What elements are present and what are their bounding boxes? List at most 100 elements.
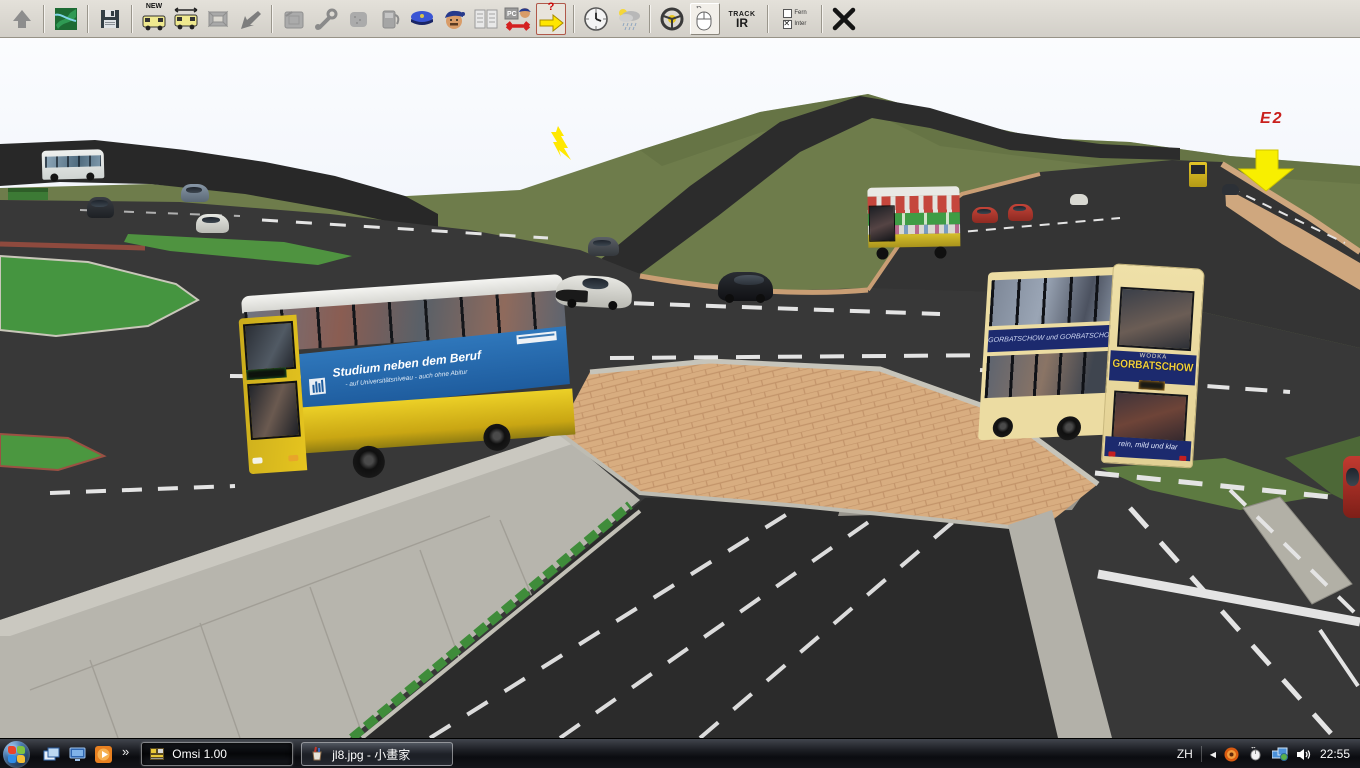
- car-red-1: [972, 207, 998, 223]
- new-label: NEW: [140, 3, 168, 11]
- new-bus-icon: [141, 14, 167, 32]
- options-checkboxes-icon: Fern Inter: [783, 9, 806, 29]
- rear-route-display: [1138, 380, 1165, 391]
- fuel-pump-icon: [378, 7, 402, 31]
- car-red-2: [1008, 204, 1033, 221]
- car-white-left: [196, 214, 229, 233]
- clock-icon: [583, 6, 609, 32]
- close-editor-button[interactable]: [830, 4, 858, 34]
- repair-wrench-button[interactable]: [312, 4, 340, 34]
- pc-swap-icon: PC: [504, 5, 532, 33]
- quicklaunch-explorer[interactable]: [41, 744, 61, 764]
- taskbar-button-paint[interactable]: jl8.jpg - 小畫家: [301, 742, 453, 766]
- car-red-edge: [1343, 456, 1360, 518]
- distant-double-decker-bus: [865, 186, 962, 262]
- save-floppy-icon: [98, 7, 122, 31]
- up-arrow-button[interactable]: [8, 4, 36, 34]
- weather-button[interactable]: [614, 4, 642, 34]
- toolbar-separator: [271, 5, 273, 33]
- tray-mouse-icon[interactable]: [1248, 746, 1264, 762]
- toolbar-separator: [131, 5, 133, 33]
- windows-flag-icon: [8, 746, 16, 754]
- up-arrow-icon: [10, 7, 34, 31]
- sponge-icon: [346, 7, 370, 31]
- jerrycan-icon: [282, 7, 306, 31]
- insert-arrow-button[interactable]: [236, 4, 264, 34]
- tray-volume-icon[interactable]: [1296, 746, 1312, 762]
- driver-button[interactable]: [440, 4, 468, 34]
- show-desktop-icon: [69, 747, 86, 762]
- question-label: ?: [537, 3, 565, 11]
- jerrycan-button-disabled[interactable]: [280, 4, 308, 34]
- annotation-e2: E2: [1260, 110, 1284, 128]
- bus-rear: WODKA GORBATSCHOW rein, mild und klar: [1101, 263, 1205, 468]
- system-tray: ZH ◀ 22:55: [1177, 746, 1360, 762]
- sponge-button-disabled[interactable]: [344, 4, 372, 34]
- quicklaunch-media-player[interactable]: [93, 744, 113, 764]
- track-ir-label: TRACK IR: [729, 10, 756, 28]
- track-ir-button[interactable]: TRACK IR: [724, 4, 760, 34]
- bus-front: [239, 315, 308, 475]
- coach-windows: [45, 155, 101, 167]
- start-button[interactable]: [3, 741, 30, 768]
- side-ad-band: GORBATSCHOW und GORBATSCHOW klar: [987, 325, 1117, 353]
- schedule-list-button-disabled[interactable]: [472, 4, 500, 34]
- taskbar-clock[interactable]: 22:55: [1320, 747, 1350, 761]
- yellow-arrow-icon: [538, 14, 564, 32]
- coach-bus: [42, 149, 105, 180]
- time-button[interactable]: [582, 4, 610, 34]
- quicklaunch-show-desktop[interactable]: [67, 744, 87, 764]
- omsi-app-icon: [149, 746, 165, 762]
- toolbar-separator: [573, 5, 575, 33]
- fuel-pump-button-disabled[interactable]: [376, 4, 404, 34]
- frame-icon: [206, 7, 230, 31]
- language-indicator[interactable]: ZH: [1177, 747, 1193, 761]
- pc-label-glyph: PC: [507, 11, 517, 18]
- desktop-screen: NEW: [0, 0, 1360, 768]
- explorer-icon: [43, 747, 60, 762]
- delete-frame-button-disabled[interactable]: [204, 4, 232, 34]
- toolbar-separator: [649, 5, 651, 33]
- save-button[interactable]: [96, 4, 124, 34]
- toolbar-separator: [87, 5, 89, 33]
- move-bus-button[interactable]: [172, 4, 200, 34]
- wrench-icon: [314, 7, 338, 31]
- ad-badge: [516, 331, 556, 344]
- tray-orange-app-icon[interactable]: [1224, 746, 1240, 762]
- bus-windshield: [869, 205, 896, 241]
- show-hidden-icons-arrow[interactable]: ◀: [1210, 750, 1216, 759]
- ad-logo: [309, 378, 326, 396]
- list-icon: [473, 7, 499, 31]
- main-double-decker-bus: Studium neben dem Beruf - auf Universitä…: [237, 270, 578, 484]
- map-tile-icon: [54, 7, 78, 31]
- mouse-control-button-active[interactable]: [690, 3, 720, 35]
- tray-network-icon[interactable]: [1272, 746, 1288, 762]
- police-cap-button[interactable]: [408, 4, 436, 34]
- right-double-decker-bus: GORBATSCHOW und GORBATSCHOW klar WODKA G…: [977, 256, 1203, 469]
- route-helper-button-selected[interactable]: ?: [536, 3, 566, 35]
- paint-app-icon: [309, 746, 325, 762]
- steering-button[interactable]: [658, 4, 686, 34]
- move-bus-icon: [173, 6, 199, 32]
- car-gray-left: [181, 184, 209, 202]
- car-black-center: [718, 272, 773, 301]
- bus-side: GORBATSCHOW und GORBATSCHOW klar: [978, 267, 1121, 440]
- toolbar-separator: [767, 5, 769, 33]
- police-cap-icon: [409, 7, 435, 31]
- car-white-far: [1070, 194, 1088, 205]
- map-button[interactable]: [52, 4, 80, 34]
- toolbar-separator: [821, 5, 823, 33]
- weather-icon: [614, 6, 642, 32]
- far-small-bus: [1189, 162, 1207, 187]
- taskbar-button-label: jl8.jpg - 小畫家: [332, 746, 410, 763]
- media-player-icon: [95, 746, 112, 763]
- options-checkboxes-button[interactable]: Fern Inter: [776, 4, 814, 34]
- taskbar-button-label: Omsi 1.00: [172, 747, 227, 761]
- game-viewport[interactable]: E2 Studium neben dem Ber: [0, 38, 1360, 738]
- taskbar-button-omsi[interactable]: Omsi 1.00: [141, 742, 293, 766]
- car-dark-far-right: [1222, 184, 1239, 195]
- barn-roof: [8, 188, 48, 192]
- new-bus-button[interactable]: NEW: [140, 4, 168, 34]
- quicklaunch-chevron[interactable]: »: [122, 744, 129, 759]
- pc-swap-button[interactable]: PC: [504, 4, 532, 34]
